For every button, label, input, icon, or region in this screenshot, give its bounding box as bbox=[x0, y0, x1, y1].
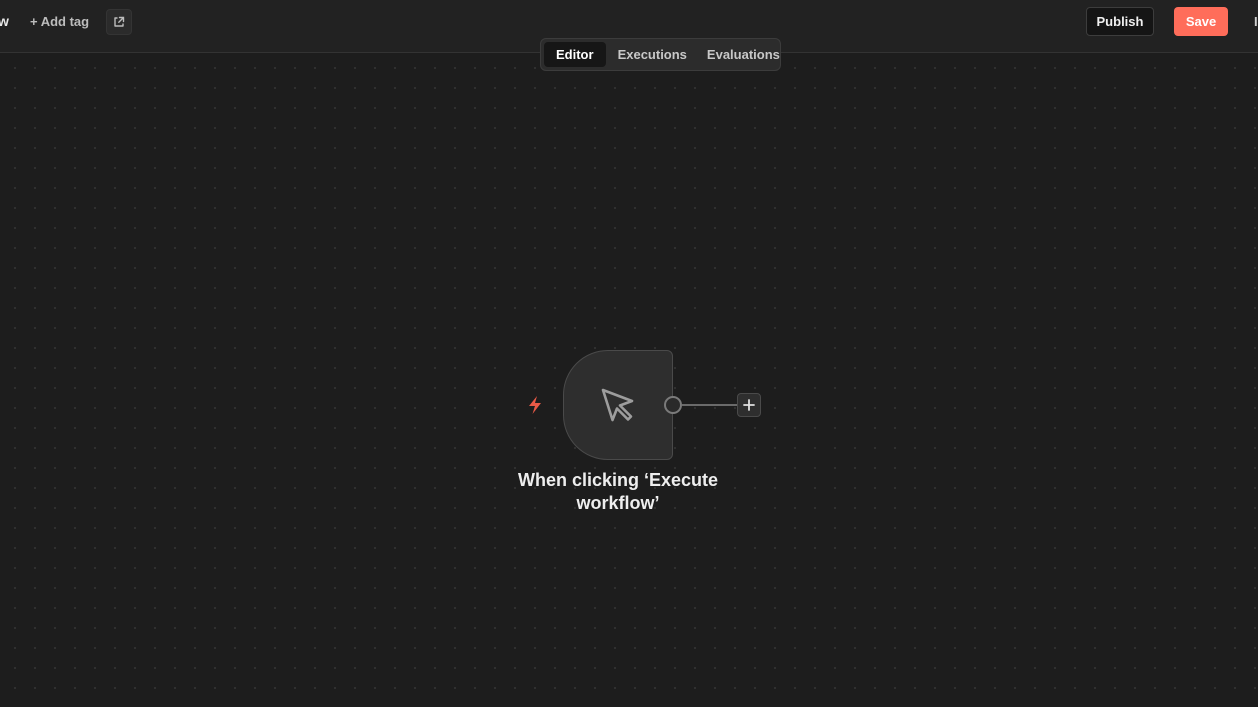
manual-trigger-node[interactable] bbox=[563, 350, 673, 460]
mouse-pointer-icon bbox=[598, 385, 638, 425]
open-external-button[interactable] bbox=[106, 9, 132, 35]
add-tag-button[interactable]: + Add tag bbox=[30, 14, 89, 29]
lightning-bolt-icon bbox=[526, 395, 544, 415]
save-button[interactable]: Save bbox=[1174, 7, 1228, 36]
header-edge-item[interactable]: I bbox=[1254, 14, 1258, 28]
tab-evaluations[interactable]: Evaluations bbox=[699, 42, 788, 67]
publish-button[interactable]: Publish bbox=[1086, 7, 1154, 36]
tab-editor[interactable]: Editor bbox=[544, 42, 606, 67]
node-label: When clicking ‘Execute workflow’ bbox=[517, 470, 719, 513]
workflow-title[interactable]: w bbox=[0, 13, 9, 29]
add-node-button[interactable] bbox=[737, 393, 761, 417]
external-link-icon bbox=[112, 15, 126, 29]
view-tabs: Editor Executions Evaluations bbox=[540, 38, 781, 71]
plus-icon bbox=[743, 399, 755, 411]
tab-executions[interactable]: Executions bbox=[610, 42, 695, 67]
